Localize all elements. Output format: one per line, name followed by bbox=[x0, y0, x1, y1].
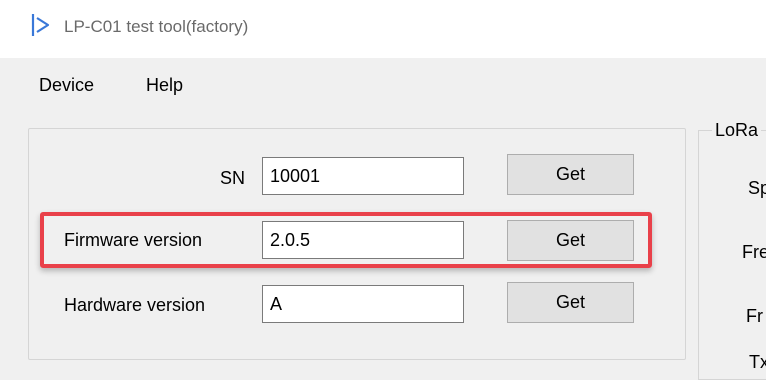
sn-label: SN bbox=[220, 168, 246, 188]
hardware-get-button[interactable]: Get bbox=[507, 282, 634, 323]
menu-help[interactable]: Help bbox=[146, 75, 183, 96]
lora-label-fr: Fr bbox=[746, 306, 763, 326]
firmware-get-button[interactable]: Get bbox=[507, 220, 634, 261]
hardware-version-input[interactable] bbox=[262, 285, 464, 323]
lora-label-sp: Sp bbox=[748, 178, 766, 198]
lora-label-tx: Tx bbox=[749, 352, 766, 372]
menu-device[interactable]: Device bbox=[39, 75, 94, 96]
window-title: LP-C01 test tool(factory) bbox=[64, 17, 249, 36]
sn-get-button[interactable]: Get bbox=[507, 154, 634, 195]
lora-label-fre: Fre bbox=[742, 242, 766, 262]
sn-input[interactable] bbox=[262, 157, 464, 195]
hardware-version-label: Hardware version bbox=[64, 295, 206, 315]
app-logo-icon bbox=[30, 12, 52, 38]
lora-group-title: LoRa bbox=[712, 120, 762, 141]
firmware-version-input[interactable] bbox=[262, 221, 464, 259]
title-bar: LP-C01 test tool(factory) bbox=[0, 0, 766, 58]
firmware-version-label: Firmware version bbox=[64, 230, 203, 250]
menu-bar: Device Help bbox=[0, 58, 766, 106]
